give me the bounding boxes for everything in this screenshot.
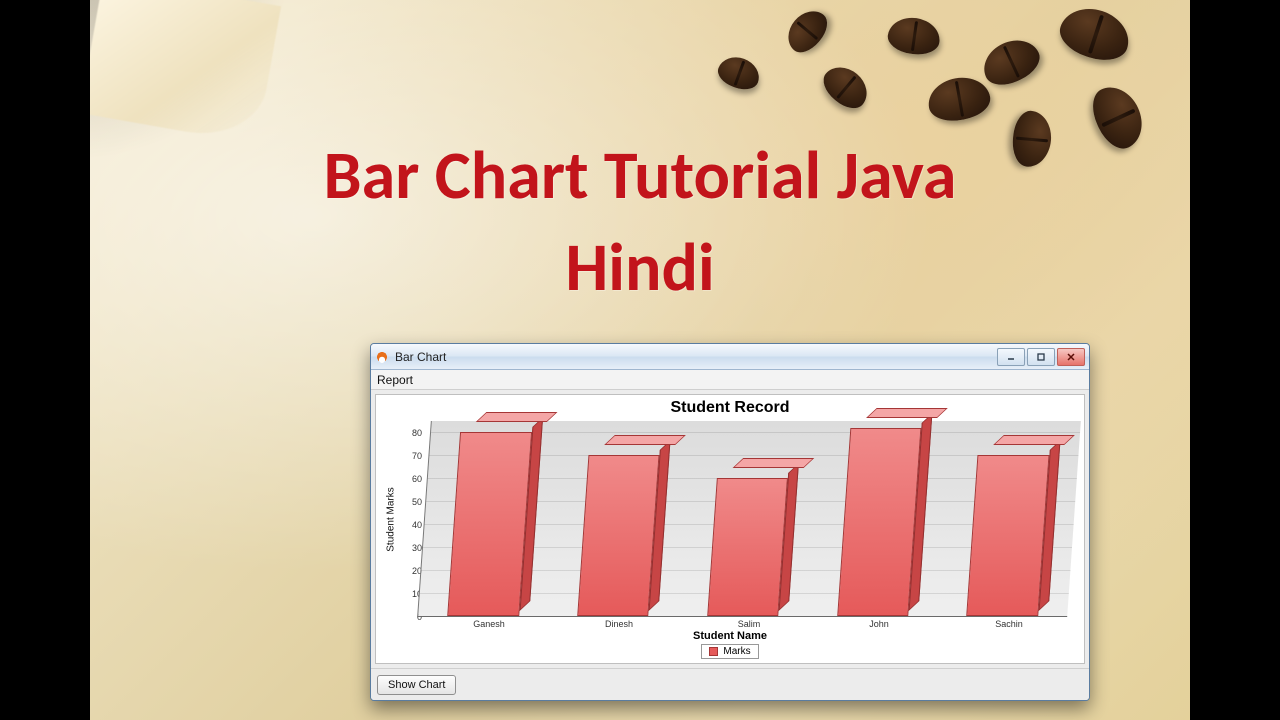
y-axis-label: Student Marks — [386, 487, 397, 551]
coffee-bean-decoration — [976, 32, 1045, 93]
x-axis-label: Student Name — [376, 630, 1084, 642]
bar — [707, 478, 788, 616]
y-tick: 40 — [412, 520, 422, 530]
plot-surface — [417, 421, 1081, 617]
chart-legend: Marks — [701, 644, 759, 659]
y-tick: 50 — [412, 497, 422, 507]
coffee-bean-decoration — [886, 15, 943, 58]
close-button[interactable] — [1057, 348, 1085, 366]
coffee-bean-decoration — [817, 59, 876, 116]
java-window: Bar Chart Report Student Record Student … — [370, 343, 1090, 701]
bar — [837, 428, 922, 616]
y-tick: 30 — [412, 543, 422, 553]
bar — [577, 455, 660, 616]
legend-label: Marks — [723, 646, 750, 657]
java-icon — [375, 350, 389, 364]
x-axis-categories: GaneshDineshSalimJohnSachin — [376, 619, 1084, 629]
x-category-label: Dinesh — [554, 619, 684, 629]
menu-report[interactable]: Report — [377, 373, 413, 387]
bar — [967, 455, 1050, 616]
y-tick: 60 — [412, 474, 422, 484]
minimize-button[interactable] — [997, 348, 1025, 366]
coffee-bean-decoration — [925, 73, 993, 125]
x-category-label: Salim — [684, 619, 814, 629]
window-footer: Show Chart — [371, 668, 1089, 700]
show-chart-button[interactable]: Show Chart — [377, 675, 456, 695]
coffee-bean-decoration — [780, 3, 834, 59]
window-titlebar[interactable]: Bar Chart — [371, 344, 1089, 370]
headline-title: Bar Chart Tutorial Java Hindi — [90, 130, 1190, 314]
slide-background: Bar Chart Tutorial Java Hindi Bar Chart … — [90, 0, 1190, 720]
window-title: Bar Chart — [395, 350, 446, 364]
plot-area: Student Marks 01020304050607080 — [376, 417, 1084, 619]
maximize-button[interactable] — [1027, 348, 1055, 366]
bar — [447, 432, 531, 616]
legend-swatch — [709, 647, 718, 656]
y-tick: 80 — [412, 428, 422, 438]
menu-bar: Report — [371, 370, 1089, 390]
coffee-bean-decoration — [714, 52, 764, 95]
y-tick: 70 — [412, 451, 422, 461]
coffee-bean-decoration — [1054, 0, 1135, 67]
x-category-label: Ganesh — [424, 619, 554, 629]
x-category-label: John — [814, 619, 944, 629]
x-category-label: Sachin — [944, 619, 1074, 629]
chart-panel: Student Record Student Marks 01020304050… — [375, 394, 1085, 664]
